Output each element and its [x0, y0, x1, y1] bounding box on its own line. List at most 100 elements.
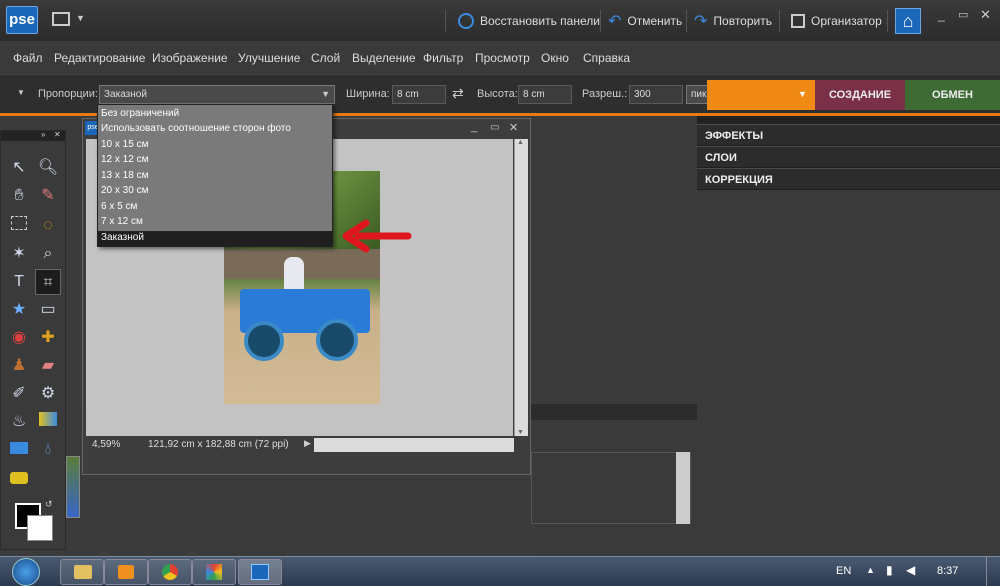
windows-logo-icon — [12, 558, 40, 586]
taskbar-chrome[interactable] — [148, 559, 192, 585]
taskbar-picasa[interactable] — [192, 559, 236, 585]
maximize-button[interactable]: ▭ — [958, 8, 968, 21]
marquee-tool-icon[interactable] — [6, 213, 32, 239]
crop-tool-icon[interactable]: ⌗ — [35, 269, 61, 295]
quick-selection-tool-icon[interactable]: ⌕ — [35, 241, 61, 267]
swap-colors-icon[interactable]: ↺ — [45, 499, 53, 510]
width-label: Ширина: — [346, 88, 390, 100]
minimize-button[interactable]: _ — [938, 8, 945, 22]
chevron-down-icon: ▼ — [76, 13, 85, 23]
menu-enhance[interactable]: Улучшение — [238, 51, 300, 65]
volume-icon[interactable]: ◀︎ — [906, 563, 915, 577]
options-menu-icon[interactable]: ▼ — [17, 88, 25, 97]
menu-help[interactable]: Справка — [583, 51, 630, 65]
swap-icon[interactable]: ⇄ — [452, 85, 464, 102]
menu-select[interactable]: Выделение — [352, 51, 416, 65]
background-color-swatch[interactable] — [27, 515, 53, 541]
taskbar-explorer[interactable] — [60, 559, 104, 585]
toolbox: » ✕ ↖ 🔍︎ ✋︎ ✎ ◌ ✶ ⌕ T ⌗ ★ ▭ ◉ ✚ ♟ ▰ ✐ ⚙︎… — [0, 130, 66, 550]
type-tool-icon[interactable]: T — [6, 269, 32, 295]
taskbar-photoshop-elements[interactable] — [238, 559, 282, 585]
panel-correction[interactable]: КОРРЕКЦИЯ — [697, 168, 1000, 190]
collapse-icon[interactable]: » — [41, 130, 45, 139]
height-value: 8 cm — [523, 89, 545, 100]
move-tool-icon[interactable]: ↖ — [6, 155, 32, 181]
magic-wand-tool-icon[interactable]: ✶ — [6, 241, 32, 267]
organizer-icon — [791, 14, 805, 28]
start-button[interactable] — [4, 557, 48, 586]
menu-filter[interactable]: Фильтр — [423, 51, 463, 65]
dropdown-item[interactable]: 20 x 30 см — [98, 184, 332, 199]
height-field[interactable]: 8 cm — [518, 85, 572, 104]
redo-button[interactable]: ↷ Повторить — [694, 10, 772, 32]
menu-edit[interactable]: Редактирование — [54, 51, 145, 65]
healing-brush-tool-icon[interactable]: ✚ — [35, 325, 61, 351]
sponge-tool-icon[interactable] — [6, 467, 32, 493]
redo-label: Повторить — [713, 14, 772, 28]
paint-bucket-tool-icon[interactable]: ♨︎ — [6, 409, 32, 435]
show-desktop-button[interactable] — [986, 557, 1000, 586]
home-button[interactable]: ⌂ — [895, 8, 921, 34]
horizontal-scrollbar[interactable] — [314, 438, 514, 452]
status-menu-arrow-icon[interactable]: ▶ — [304, 438, 311, 449]
menu-image[interactable]: Изображение — [152, 51, 228, 65]
language-indicator[interactable]: EN — [836, 565, 851, 577]
menu-layer[interactable]: Слой — [311, 51, 340, 65]
chevron-down-icon: ▼ — [321, 89, 330, 99]
home-icon: ⌂ — [902, 11, 914, 31]
undo-icon: ↶ — [608, 13, 622, 30]
vertical-scrollbar[interactable]: ▲ ▼ — [514, 139, 528, 436]
dropdown-item-selected[interactable]: Заказной — [98, 231, 332, 246]
dropdown-item[interactable]: Использовать соотношение сторон фото — [98, 122, 332, 137]
panel-layers[interactable]: СЛОИ — [697, 146, 1000, 168]
organizer-button[interactable]: Организатор — [791, 10, 882, 32]
eraser-tool-icon[interactable]: ▰ — [35, 353, 61, 379]
close-icon[interactable]: ✕ — [54, 130, 61, 139]
dropdown-item[interactable]: 13 x 18 см — [98, 169, 332, 184]
minimize-icon[interactable]: _ — [471, 121, 477, 133]
width-field[interactable]: 8 cm — [392, 85, 446, 104]
cookie-cutter-tool-icon[interactable]: ★ — [6, 297, 32, 323]
taskbar-media-player[interactable] — [104, 559, 148, 585]
clock[interactable]: 8:37 — [937, 565, 958, 577]
zoom-tool-icon[interactable]: 🔍︎ — [35, 155, 61, 181]
lasso-tool-icon[interactable]: ◌ — [35, 213, 61, 239]
dropdown-item[interactable]: Без ограничений — [98, 107, 332, 122]
shape-tool-icon[interactable] — [6, 437, 32, 463]
recompose-tool-icon[interactable]: ▭ — [35, 297, 61, 323]
dropdown-item[interactable]: 12 x 12 см — [98, 153, 332, 168]
dropdown-item[interactable]: 7 x 12 см — [98, 215, 332, 230]
panel-correction-label: КОРРЕКЦИЯ — [705, 174, 773, 186]
clone-stamp-tool-icon[interactable]: ♟ — [6, 353, 32, 379]
close-icon[interactable]: ✕ — [509, 121, 518, 134]
hand-tool-icon[interactable]: ✋︎ — [6, 183, 32, 209]
network-icon[interactable]: ▮ — [886, 563, 893, 577]
dropdown-item[interactable]: 6 x 5 см — [98, 200, 332, 215]
chevron-down-icon: ▼ — [798, 89, 807, 99]
red-eye-tool-icon[interactable]: ◉ — [6, 325, 32, 351]
blur-tool-icon[interactable]: 💧︎ — [35, 437, 61, 463]
gradient-tool-icon[interactable] — [35, 409, 61, 435]
undo-label: Отменить — [627, 14, 683, 28]
tab-edit[interactable]: ▼ — [707, 80, 815, 110]
brush-tool-icon[interactable]: ✐ — [6, 381, 32, 407]
proportions-select[interactable]: Заказной ▼ — [99, 85, 335, 104]
tab-create[interactable]: СОЗДАНИЕ — [815, 80, 905, 110]
smart-brush-tool-icon[interactable]: ⚙︎ — [35, 381, 61, 407]
resolution-field[interactable]: 300 — [629, 85, 683, 104]
maximize-icon[interactable]: ▭ — [490, 122, 499, 133]
menu-view[interactable]: Просмотр — [475, 51, 530, 65]
panel-effects[interactable]: ЭФФЕКТЫ — [697, 124, 1000, 146]
zoom-level[interactable]: 4,59% — [92, 439, 120, 450]
layout-menu-button[interactable]: ▼ — [52, 12, 88, 30]
restore-panels-button[interactable]: Восстановить панели — [458, 10, 600, 32]
undo-button[interactable]: ↶ Отменить — [608, 10, 682, 32]
menu-window[interactable]: Окно — [541, 51, 569, 65]
menu-file[interactable]: Файл — [13, 51, 43, 65]
close-button[interactable]: ✕ — [980, 7, 991, 23]
dropdown-item[interactable]: 10 x 15 см — [98, 138, 332, 153]
organizer-label: Организатор — [811, 14, 882, 28]
eyedropper-tool-icon[interactable]: ✎ — [35, 183, 61, 209]
tab-share[interactable]: ОБМЕН — [905, 80, 1000, 110]
tray-up-icon[interactable]: ▲ — [866, 565, 875, 575]
